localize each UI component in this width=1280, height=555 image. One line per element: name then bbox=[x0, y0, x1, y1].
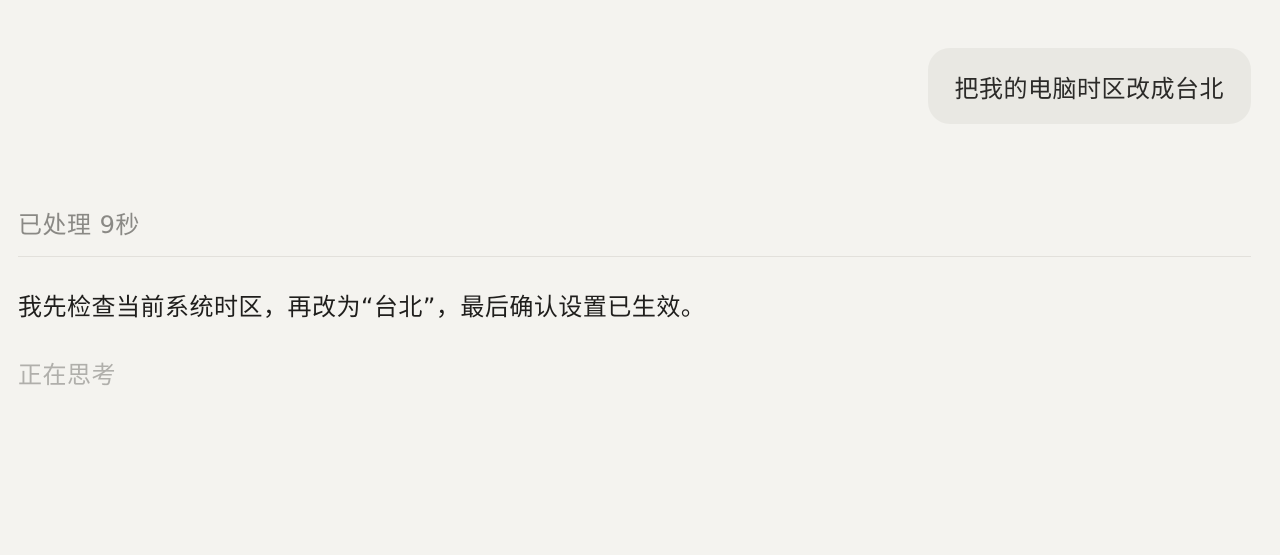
assistant-turn: 已处理 9秒 我先检查当前系统时区，再改为“台北”，最后确认设置已生效。 正在思… bbox=[18, 200, 1251, 393]
processed-duration-toggle[interactable]: 已处理 9秒 bbox=[18, 200, 1251, 244]
chat-transcript: 把我的电脑时区改成台北 已处理 9秒 我先检查当前系统时区，再改为“台北”，最后… bbox=[0, 0, 1280, 555]
user-message-bubble: 把我的电脑时区改成台北 bbox=[927, 48, 1251, 124]
processed-duration-label: 已处理 9秒 bbox=[18, 210, 140, 239]
user-message-text: 把我的电脑时区改成台北 bbox=[954, 74, 1224, 103]
thinking-status: 正在思考 bbox=[18, 361, 116, 389]
divider bbox=[18, 256, 1251, 257]
assistant-response-text: 我先检查当前系统时区，再改为“台北”，最后确认设置已生效。 bbox=[18, 293, 706, 321]
